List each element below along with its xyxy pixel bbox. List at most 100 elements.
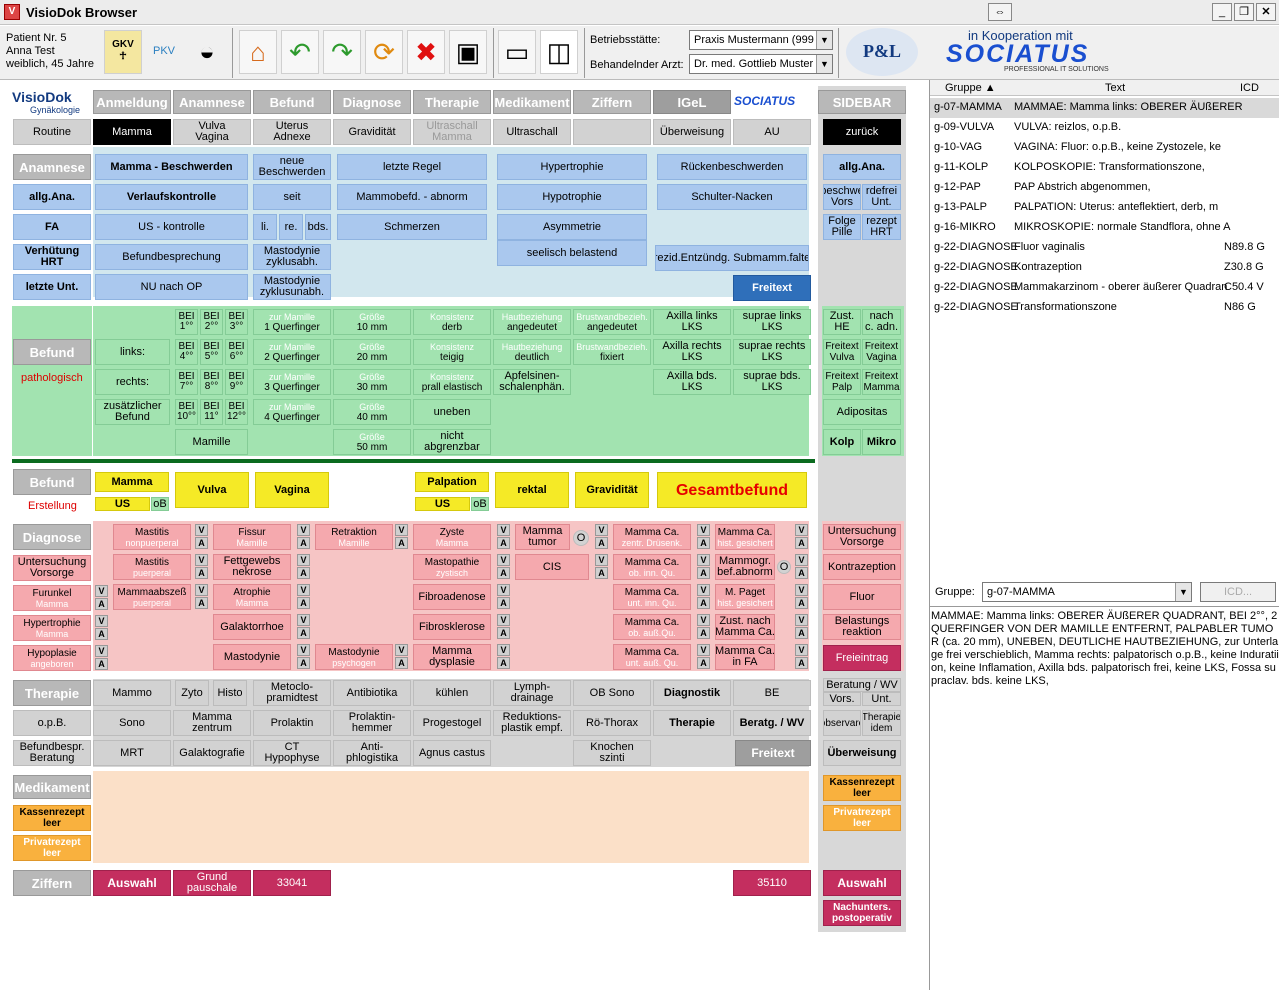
therapie-1-8[interactable]: Therapie — [653, 710, 731, 736]
chevron-up-icon[interactable]: A — [497, 657, 510, 669]
gesamtbefund-button[interactable]: Gesamtbefund — [657, 472, 807, 508]
chevron-up-icon[interactable]: A — [595, 567, 608, 579]
befund-ob[interactable]: oB — [151, 497, 169, 511]
section-befund[interactable]: Befund — [13, 339, 91, 365]
sb-beschwerdefrei-vors[interactable]: beschwe Vors — [823, 184, 861, 210]
diag-c5-0[interactable]: Zyste Mamma — [413, 524, 491, 550]
sb-freitext-vagina[interactable]: Freitext Vagina — [862, 339, 901, 365]
groesse-3[interactable]: Größe 40 mm — [333, 399, 411, 425]
anamnese-col5-0[interactable]: Hypertrophie — [497, 154, 647, 180]
chevron-down-icon[interactable]: V — [795, 644, 808, 656]
diag-c5-3[interactable]: Fibrosklerose — [413, 614, 491, 640]
subtab-4[interactable]: Gravidität — [333, 119, 411, 145]
subtab-1[interactable]: Mamma — [93, 119, 171, 145]
bei-3-2[interactable]: BEI 12°° — [225, 399, 248, 425]
anamnese-col5-3[interactable]: seelisch belastend — [497, 240, 647, 266]
mamille[interactable]: Mamille — [175, 429, 248, 455]
anamnese-col2-4[interactable]: NU nach OP — [95, 274, 248, 300]
layout-split-icon[interactable]: ◫ — [540, 30, 578, 74]
grid-row[interactable]: g-13-PALP PALPATION: Uterus: anteflektier… — [930, 198, 1279, 218]
anamnese-col5-2[interactable]: Asymmetrie — [497, 214, 647, 240]
chevron-up-icon[interactable]: A — [795, 627, 808, 639]
therapie-2-3[interactable]: CT Hypophyse — [253, 740, 331, 766]
chevron-up-icon[interactable]: A — [195, 597, 208, 609]
sb-nachuntersuchung[interactable]: Nachunters. postoperativ — [823, 900, 901, 926]
chevron-up-icon[interactable]: A — [595, 537, 608, 549]
diag-cis[interactable]: CIS — [515, 554, 589, 580]
save-icon[interactable]: ▣ — [449, 30, 487, 74]
arzt-select[interactable]: Dr. med. Gottlieb Muster ▼ — [689, 54, 833, 74]
diag-c5-2[interactable]: Fibroadenose — [413, 584, 491, 610]
chevron-down-icon[interactable]: V — [697, 584, 710, 596]
grid-row[interactable]: g-11-KOLP KOLPOSKOPIE: Transformationszon… — [930, 158, 1279, 178]
close-button[interactable]: ✕ — [1256, 3, 1276, 21]
rezid-entzuendung[interactable]: rezid.Entzündg. Submamm.falte — [655, 245, 809, 271]
sb-therapie-idem[interactable]: Therapie idem — [862, 710, 901, 736]
chevron-up-icon[interactable]: A — [195, 537, 208, 549]
chevron-down-icon[interactable]: V — [795, 554, 808, 566]
therapie-2-4[interactable]: Anti- phlogistika — [333, 740, 411, 766]
chevron-up-icon[interactable]: A — [697, 597, 710, 609]
sb-vors[interactable]: Vors. — [823, 692, 861, 706]
bei-1-2[interactable]: BEI 6°° — [225, 339, 248, 365]
axilla-0[interactable]: Axilla links LKS — [653, 309, 731, 335]
therapie-0-8[interactable]: Diagnostik — [653, 680, 731, 706]
zurueck-button[interactable]: zurück — [823, 119, 901, 145]
chevron-down-icon[interactable]: V — [497, 584, 510, 596]
grid-row[interactable]: g-22-DIAGNOSE Mammakarzinom - oberer äuße… — [930, 278, 1279, 298]
links-label[interactable]: links: — [95, 339, 170, 365]
chevron-up-icon[interactable]: A — [697, 537, 710, 549]
supra-1[interactable]: suprae rechts LKS — [733, 339, 811, 365]
sb-mikro[interactable]: Mikro — [862, 429, 901, 455]
chevron-down-icon[interactable]: V — [697, 524, 710, 536]
diag-left-2[interactable]: Hypertrophie Mamma — [13, 615, 91, 641]
therapie-2-8[interactable]: Freitext — [735, 740, 811, 766]
therapie-2-2[interactable]: Galaktografie — [173, 740, 251, 766]
axilla-1[interactable]: Axilla rechts LKS — [653, 339, 731, 365]
seit[interactable]: seit — [253, 184, 331, 210]
supra-0[interactable]: suprae links LKS — [733, 309, 811, 335]
zusaetzlicher-befund[interactable]: zusätzlicher Befund — [95, 399, 170, 425]
li[interactable]: li. — [253, 214, 277, 240]
grid-row[interactable]: g-22-DIAGNOSE Kontrazeption Z30.8 G — [930, 258, 1279, 278]
gkv-button[interactable]: GKV ☥ — [104, 30, 142, 74]
chevron-up-icon[interactable]: A — [795, 597, 808, 609]
sb-folge-pille[interactable]: Folge Pille — [823, 214, 861, 240]
befund-palpation[interactable]: Palpation — [415, 472, 489, 492]
subtab-7[interactable] — [573, 119, 651, 145]
chevron-down-icon[interactable]: V — [95, 615, 108, 627]
therapie-2-5[interactable]: Agnus castus — [413, 740, 491, 766]
re[interactable]: re. — [279, 214, 303, 240]
ziffer-grundpauschale[interactable]: Grund pauschale — [173, 870, 251, 896]
section-befund-erstellung[interactable]: Befund — [13, 469, 91, 495]
diag-left-0[interactable]: Untersuchung Vorsorge — [13, 555, 91, 581]
chevron-up-icon[interactable]: A — [795, 567, 808, 579]
delete-icon[interactable]: ✖ — [407, 30, 445, 74]
diag-c2-1[interactable]: Mastitis puerperal — [113, 554, 191, 580]
tab-therapie[interactable]: Therapie — [413, 90, 491, 114]
rueckenbeschwerden[interactable]: Rückenbeschwerden — [657, 154, 807, 180]
therapie-1-6[interactable]: Reduktions- plastik empf. — [493, 710, 571, 736]
ziffer-35110[interactable]: 35110 — [733, 870, 811, 896]
konsistenz-4[interactable]: nicht abgrenzbar — [413, 429, 491, 455]
sb-freitext-vulva[interactable]: Freitext Vulva — [823, 339, 861, 365]
diag-c7-1[interactable]: Mamma Ca. ob. inn. Qu. — [613, 554, 691, 580]
diag-c3-2[interactable]: Atrophie Mamma — [213, 584, 291, 610]
chevron-up-icon[interactable]: A — [497, 567, 510, 579]
befund-vagina[interactable]: Vagina — [255, 472, 329, 508]
groesse-0[interactable]: Größe 10 mm — [333, 309, 411, 335]
diag-c3-4[interactable]: Mastodynie — [213, 644, 291, 670]
grid-row[interactable]: g-12-PAP PAP Abstrich abgenommen, — [930, 178, 1279, 198]
axilla-2[interactable]: Axilla bds. LKS — [653, 369, 731, 395]
anamnese-left-2[interactable]: Verhütung HRT — [13, 244, 91, 270]
sb-diag-0[interactable]: Untersuchung Vorsorge — [823, 524, 901, 550]
section-ziffern[interactable]: Ziffern — [13, 870, 91, 896]
diag-c8-1[interactable]: Mammogr. bef.abnorm — [715, 554, 775, 580]
befund-rektal[interactable]: rektal — [495, 472, 569, 508]
bei-2-0[interactable]: BEI 7°° — [175, 369, 198, 395]
therapie-0-4[interactable]: Antibiotika — [333, 680, 411, 706]
sb-zust-he[interactable]: Zust. HE — [823, 309, 861, 335]
col-icd[interactable]: ICD — [1240, 82, 1259, 94]
konsistenz-2[interactable]: Konsistenz prall elastisch — [413, 369, 491, 395]
konsistenz-1[interactable]: Konsistenz teigig — [413, 339, 491, 365]
